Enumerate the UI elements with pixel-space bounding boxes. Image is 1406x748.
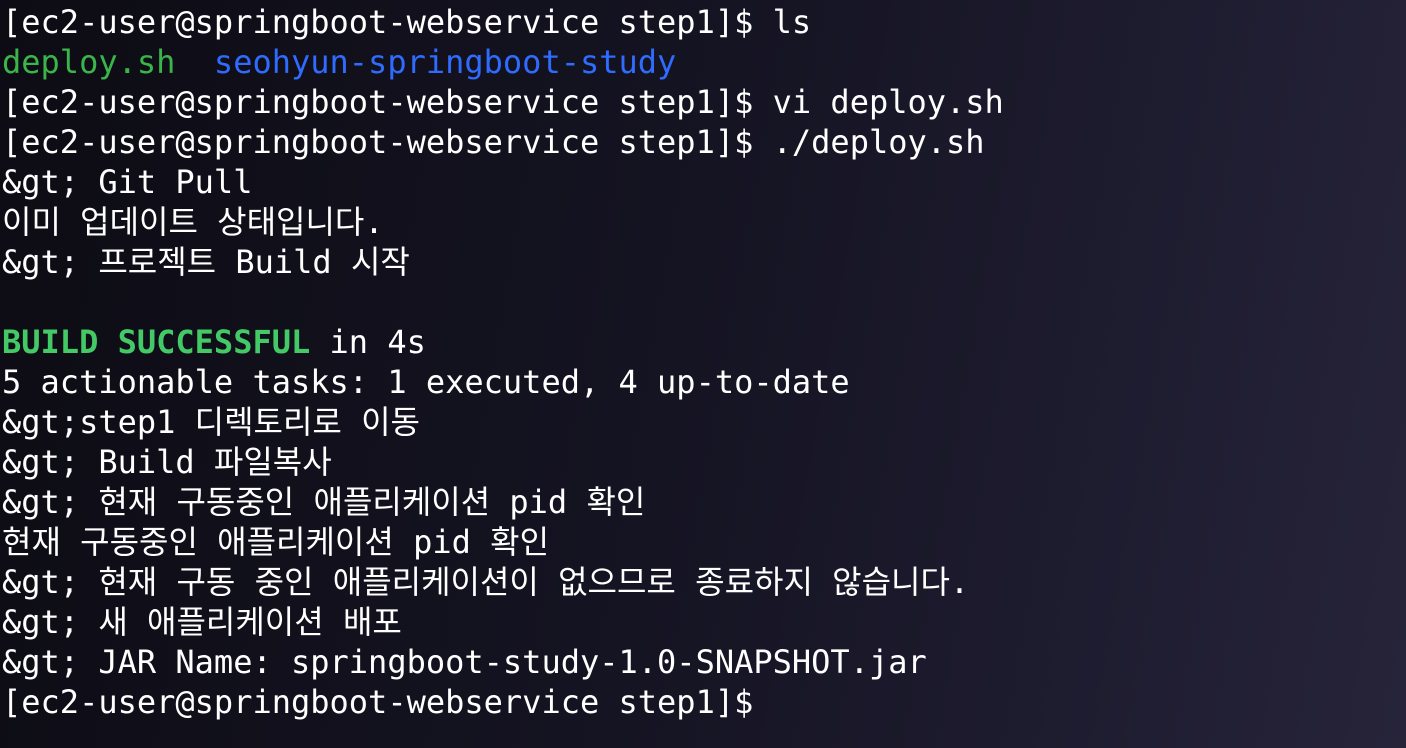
shell-prompt: [ec2-user@springboot-webservice step1]$	[2, 83, 773, 121]
output-actionable-tasks: 5 actionable tasks: 1 executed, 4 up-to-…	[2, 363, 850, 401]
terminal-line-deploy-command: [ec2-user@springboot-webservice step1]$ …	[2, 122, 1406, 162]
output-already-up-to-date: 이미 업데이트 상태입니다.	[2, 203, 384, 241]
output-check-pid: 현재 구동중인 애플리케이션 pid 확인	[2, 523, 550, 561]
shell-prompt: [ec2-user@springboot-webservice step1]$	[2, 3, 773, 41]
command-text: ./deploy.sh	[772, 123, 985, 161]
directory-seohyun-springboot-study: seohyun-springboot-study	[213, 43, 677, 81]
output-blank-line	[2, 282, 1406, 322]
shell-prompt: [ec2-user@springboot-webservice step1]$	[2, 123, 773, 161]
terminal-line-ls-command: [ec2-user@springboot-webservice step1]$ …	[2, 2, 1406, 42]
build-duration: in 4s	[310, 323, 426, 361]
output-copy-build-file: &gt; Build 파일복사	[2, 443, 332, 481]
output-jar-name: &gt; JAR Name: springboot-study-1.0-SNAP…	[2, 643, 927, 681]
terminal-line-vi-command: [ec2-user@springboot-webservice step1]$ …	[2, 82, 1406, 122]
file-deploy-sh: deploy.sh	[2, 43, 176, 81]
output-no-running-app: &gt; 현재 구동 중인 애플리케이션이 없으므로 종료하지 않습니다.	[2, 563, 970, 601]
terminal-window[interactable]: [ec2-user@springboot-webservice step1]$ …	[0, 2, 1406, 746]
ls-separator	[175, 43, 214, 81]
output-check-pid-header: &gt; 현재 구동중인 애플리케이션 pid 확인	[2, 483, 646, 521]
output-build-result: BUILD SUCCESSFUL in 4s	[2, 322, 1406, 362]
command-text: ls	[772, 3, 812, 41]
output-build-start: &gt; 프로젝트 Build 시작	[2, 243, 410, 281]
output-git-pull: &gt; Git Pull	[2, 163, 253, 201]
terminal-line-current-prompt[interactable]: [ec2-user@springboot-webservice step1]$	[2, 682, 1406, 722]
command-text: vi deploy.sh	[772, 83, 1004, 121]
shell-prompt: [ec2-user@springboot-webservice step1]$	[2, 683, 773, 721]
terminal-line-ls-output: deploy.sh seohyun-springboot-study	[2, 42, 1406, 82]
build-successful-label: BUILD SUCCESSFUL	[2, 323, 311, 361]
output-move-to-step1: &gt;step1 디렉토리로 이동	[2, 403, 421, 441]
output-deploy-new-app: &gt; 새 애플리케이션 배포	[2, 603, 402, 641]
